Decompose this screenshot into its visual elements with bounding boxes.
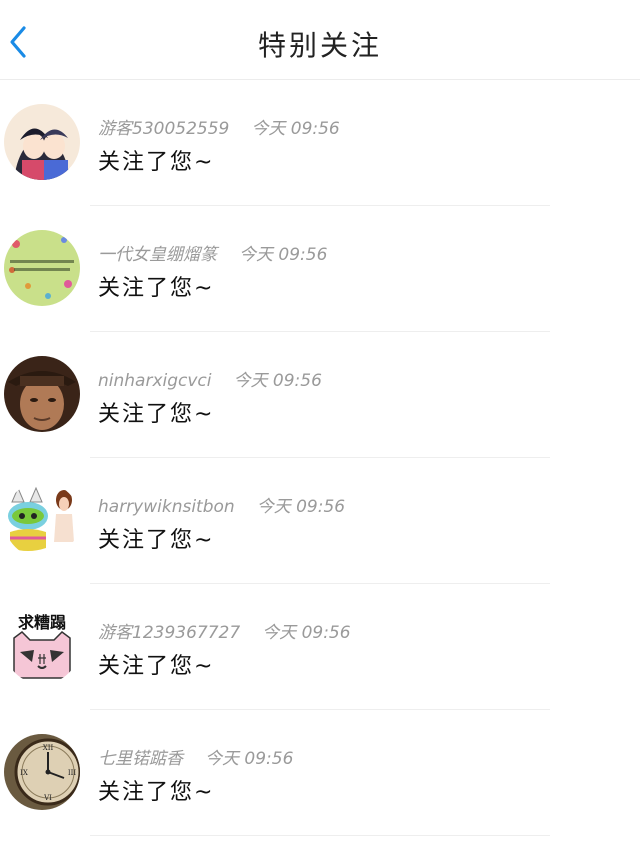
cartoon-avatar-icon [4, 482, 80, 558]
avatar[interactable] [4, 230, 80, 306]
item-meta: harrywiknsitbon 今天 09:56 [98, 492, 345, 517]
message-text: 关注了您~ [98, 276, 215, 301]
list-item[interactable]: ninharxigcvci 今天 09:56 关注了您~ [0, 332, 640, 458]
user-name[interactable]: 七里锘踮香 [98, 749, 183, 769]
divider [90, 835, 550, 836]
list-item[interactable]: 求糟蹋 游客1239367727 今天 09:56 关注了您~ [0, 584, 640, 710]
cat-avatar-text: 求糟蹋 [18, 613, 66, 632]
avatar[interactable]: XII III VI IX [4, 734, 80, 810]
svg-text:IX: IX [20, 769, 28, 777]
list-item[interactable]: XII III VI IX 七里锘踮香 今天 09:56 关注了您~ [0, 710, 640, 836]
avatar[interactable] [4, 104, 80, 180]
user-name[interactable]: 游客1239367727 [98, 623, 240, 643]
message-text: 关注了您~ [98, 780, 215, 805]
list-item[interactable]: 游客530052559 今天 09:56 关注了您~ [0, 80, 640, 206]
timestamp: 今天 09:56 [251, 119, 340, 139]
avatar[interactable]: 求糟蹋 [4, 608, 80, 684]
svg-text:VI: VI [43, 794, 52, 802]
avatar[interactable] [4, 356, 80, 432]
message-text: 关注了您~ [98, 528, 215, 553]
message-text: 关注了您~ [98, 150, 215, 175]
user-name[interactable]: 游客530052559 [98, 119, 229, 139]
user-name[interactable]: harrywiknsitbon [98, 497, 235, 517]
item-meta: 游客1239367727 今天 09:56 [98, 618, 351, 643]
item-meta: 游客530052559 今天 09:56 [98, 114, 340, 139]
nav-bar: 特别关注 [0, 0, 640, 80]
svg-text:III: III [68, 769, 77, 777]
list-item[interactable]: 一代女皇绷熘篆 今天 09:56 关注了您~ [0, 206, 640, 332]
message-text: 关注了您~ [98, 402, 215, 427]
page-title: 特别关注 [257, 29, 382, 62]
timestamp: 今天 09:56 [205, 749, 294, 769]
item-meta: 一代女皇绷熘篆 今天 09:56 [98, 240, 327, 265]
timestamp: 今天 09:56 [233, 371, 322, 391]
cat-avatar-icon: 求糟蹋 [4, 608, 80, 684]
timestamp: 今天 09:56 [256, 497, 346, 517]
man-hat-avatar-icon [4, 356, 80, 432]
user-name[interactable]: ninharxigcvci [98, 371, 212, 391]
girl-avatar-icon [4, 104, 80, 180]
floral-avatar-icon [4, 230, 80, 306]
item-meta: ninharxigcvci 今天 09:56 [98, 366, 322, 391]
svg-text:XII: XII [43, 744, 54, 752]
follow-list: 游客530052559 今天 09:56 关注了您~ 一代女皇绷熘篆 今天 09:5… [0, 80, 640, 836]
user-name[interactable]: 一代女皇绷熘篆 [98, 245, 217, 265]
timestamp: 今天 09:56 [262, 623, 351, 643]
avatar[interactable] [4, 482, 80, 558]
list-item[interactable]: harrywiknsitbon 今天 09:56 关注了您~ [0, 458, 640, 584]
clock-avatar-icon: XII III VI IX [4, 734, 80, 810]
item-meta: 七里锘踮香 今天 09:56 [98, 744, 293, 769]
timestamp: 今天 09:56 [239, 245, 328, 265]
message-text: 关注了您~ [98, 654, 215, 679]
